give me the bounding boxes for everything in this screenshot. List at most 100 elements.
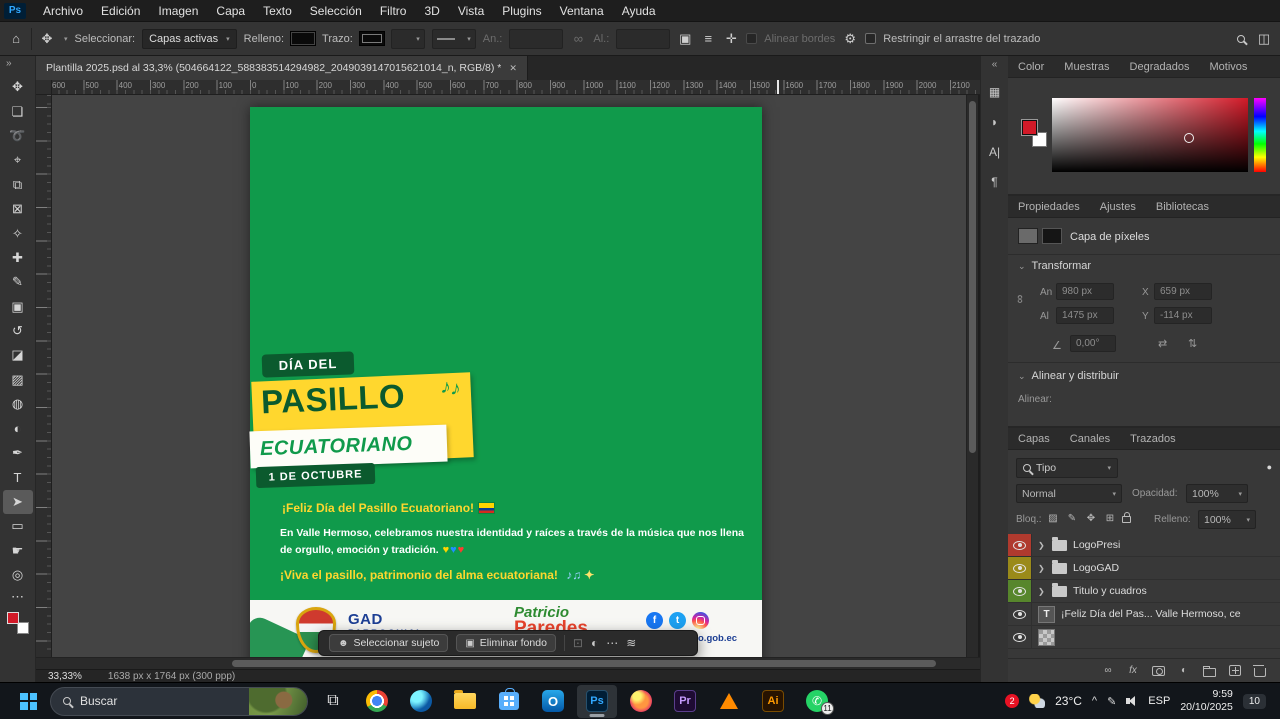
history-brush-tool[interactable]: ↺ [3,319,33,343]
panel-tab[interactable]: Degradados [1120,56,1200,77]
layer-name[interactable]: ¡Feliz Día del Pas... Valle Hermoso, ce [1061,608,1276,620]
more-options-icon[interactable]: ⋯ [606,636,618,650]
hand-tool[interactable]: ☛ [3,538,33,562]
adjustment-icon[interactable]: ◐ [591,636,598,650]
outlook-icon[interactable]: O [533,685,573,718]
photoshop-taskbar-icon[interactable]: Ps [577,685,617,718]
menu-item[interactable]: Vista [449,0,493,21]
horizontal-scrollbar[interactable] [36,657,980,669]
crop-tool[interactable]: ⧉ [3,173,33,197]
path-arrangement-icon[interactable]: ✛ [723,31,739,47]
rectangle-tool[interactable]: ▭ [3,514,33,538]
panel-tab[interactable]: Ajustes [1090,196,1146,217]
menu-item[interactable]: Ayuda [613,0,665,21]
text-layer-thumbnail[interactable]: T [1038,606,1055,623]
flip-vertical-icon[interactable]: ⇅ [1188,337,1197,350]
collapsed-panel-paragraph-icon[interactable]: ¶ [984,171,1006,193]
clone-stamp-tool[interactable]: ▣ [3,295,33,319]
gear-icon[interactable]: ⚙ [842,31,858,47]
zoom-tool[interactable]: ◎ [3,563,33,587]
frame-tool[interactable]: ⊠ [3,197,33,221]
selection-mode-dropdown[interactable]: Capas activas ▾ [142,29,237,49]
color-picker-ring[interactable] [1184,133,1194,143]
layer-row-logogad[interactable]: ❯ T LogoGAD [1008,557,1280,580]
panel-tab[interactable]: Trazados [1120,428,1185,449]
panel-tab[interactable]: Propiedades [1008,196,1090,217]
lock-transparency-icon[interactable]: ▨ [1046,510,1060,526]
panel-tab[interactable]: Color [1008,56,1054,77]
start-button[interactable] [20,693,37,710]
pen-tool[interactable]: ✒ [3,441,33,465]
x-position-input[interactable]: 659 px [1154,283,1212,300]
weather-temp[interactable]: 23°C [1055,694,1082,708]
menu-item[interactable]: Edición [92,0,149,21]
layer-name[interactable]: LogoGAD [1073,562,1276,574]
path-selection-tool[interactable]: ➤ [3,490,33,514]
visibility-toggle[interactable] [1008,626,1032,648]
pen-tray-icon[interactable]: ✎ [1107,695,1116,708]
expand-chevron-icon[interactable]: ❯ [1038,564,1046,573]
canvas-viewport[interactable]: DÍA DEL PASILLO ♪♪ ECUATORIANO 1 DE OCTU… [52,95,966,657]
restore-button[interactable] [1212,0,1246,22]
search-daily-image[interactable] [249,687,307,716]
layer-filter-dropdown[interactable]: Tipo ▾ [1016,458,1118,478]
collapsed-panel-character-icon[interactable]: A| [984,141,1006,163]
filter-shape-layers-icon[interactable] [1197,458,1213,476]
marquee-tool[interactable]: ❏ [3,99,33,123]
panel-tab[interactable]: Bibliotecas [1146,196,1219,217]
layer-row-logopresi[interactable]: ❯ T LogoPresi [1008,534,1280,557]
filter-pixel-layers-icon[interactable] [1128,458,1144,476]
collapsed-panel-comments-icon[interactable]: ◗ [984,111,1006,133]
workspace-switcher-icon[interactable]: ◫ [1256,31,1272,47]
blend-mode-dropdown[interactable]: Normal ▾ [1016,484,1122,503]
taskbar-search[interactable]: Buscar [50,687,308,716]
filter-adjustment-layers-icon[interactable] [1151,458,1167,476]
lock-paint-icon[interactable]: ✎ [1065,510,1079,526]
pixel-layer-thumbnail[interactable] [1038,629,1055,646]
search-icon[interactable] [1233,35,1249,43]
foreground-background-swatches[interactable] [6,611,30,635]
transform-section-header[interactable]: ⌄ Transformar [1018,260,1091,272]
close-button[interactable] [1246,0,1280,22]
chrome-icon[interactable] [357,685,397,718]
tab-close-icon[interactable]: ✕ [509,63,517,74]
fill-swatch[interactable] [291,32,315,45]
new-adjustment-layer-icon[interactable]: ◐ [1178,664,1190,678]
firefox-icon[interactable] [621,685,661,718]
filter-type-layers-icon[interactable] [1174,458,1190,476]
menu-item[interactable]: Filtro [371,0,416,21]
healing-brush-tool[interactable]: ✚ [3,246,33,270]
microsoft-store-icon[interactable] [489,685,529,718]
stroke-width-dropdown[interactable]: ▾ [391,29,425,49]
eyedropper-tool[interactable]: ✧ [3,221,33,245]
language-indicator[interactable]: ESP [1148,695,1170,707]
foreground-color-swatch[interactable] [1022,120,1037,135]
lock-artboard-icon[interactable]: ⊞ [1103,510,1117,526]
show-hidden-icons-chevron[interactable]: ^ [1092,695,1097,707]
horizontal-scrollbar-thumb[interactable] [232,660,936,667]
constrain-drag-checkbox[interactable] [865,33,876,44]
panel-tab[interactable]: Motivos [1199,56,1257,77]
move-tool[interactable]: ✥ [3,75,33,99]
select-subject-button[interactable]: ☻ Seleccionar sujeto [329,634,448,652]
filtering-toggle-icon[interactable]: ● [1267,462,1272,472]
visibility-toggle[interactable] [1008,534,1032,556]
menu-item[interactable]: Imagen [149,0,207,21]
panel-tab[interactable]: Capas [1008,428,1060,449]
design-canvas[interactable]: DÍA DEL PASILLO ♪♪ ECUATORIANO 1 DE OCTU… [250,107,762,657]
saturation-brightness-field[interactable] [1052,98,1248,172]
filter-smart-objects-icon[interactable] [1220,458,1236,476]
edit-toolbar-icon[interactable]: ⋯ [3,587,33,607]
add-mask-icon[interactable] [1152,666,1165,676]
home-icon[interactable]: ⌂ [8,31,24,46]
collapse-tools-chevron-icon[interactable]: » [0,56,18,71]
task-view-icon[interactable]: ⧉ [313,685,353,718]
path-operations-icon[interactable]: ▣ [677,31,693,47]
document-tab[interactable]: Plantilla 2025.psd al 33,3% (504664122_5… [36,56,528,80]
layer-name[interactable]: Titulo y cuadros [1073,585,1276,597]
new-group-icon[interactable] [1203,668,1216,677]
visibility-toggle[interactable] [1008,580,1032,602]
expand-chevron-icon[interactable]: ❯ [1038,541,1046,550]
brush-tool[interactable]: ✎ [3,270,33,294]
zoom-level[interactable]: 33,33% [48,671,82,682]
